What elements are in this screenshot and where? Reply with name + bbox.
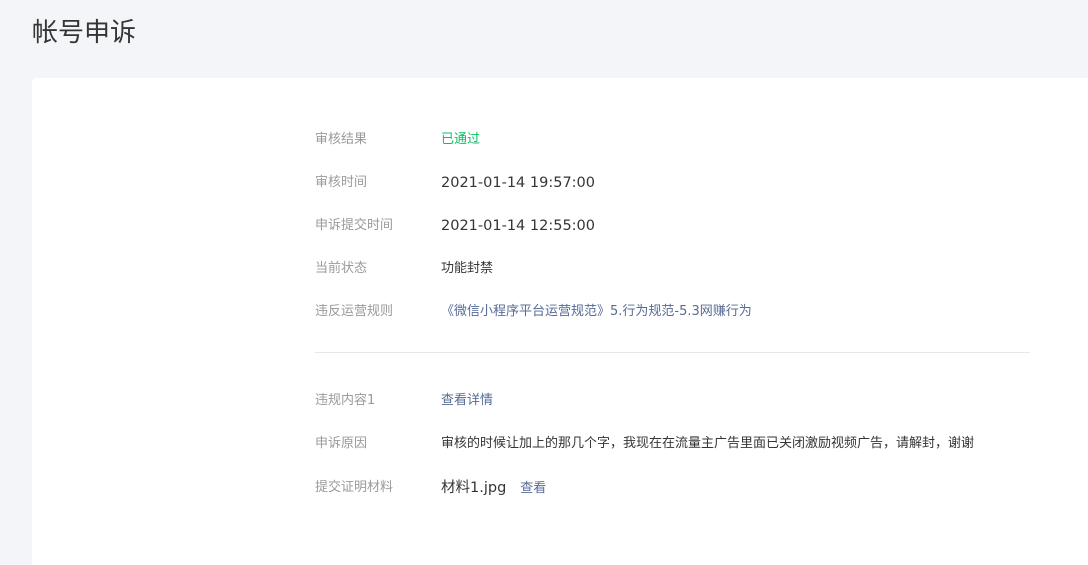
violation-content-label: 违规内容1 xyxy=(315,393,376,408)
appeal-detail-card: 审核结果 已通过 审核时间 2021-01-14 19:57:00 申诉提交时间… xyxy=(32,78,1088,565)
submit-time-label: 申诉提交时间 xyxy=(315,218,394,233)
evidence-file: 材料1.jpg 查看 xyxy=(441,478,546,499)
view-file-link[interactable]: 查看 xyxy=(520,481,546,496)
evidence-file-name: 材料1.jpg xyxy=(441,479,507,496)
appeal-reason-label: 申诉原因 xyxy=(315,436,368,451)
submit-time-value: 2021-01-14 12:55:00 xyxy=(441,218,595,234)
appeal-reason-value: 审核的时候让加上的那几个字，我现在在流量主广告里面已关闭激励视频广告，请解封，谢… xyxy=(441,436,975,451)
review-time-value: 2021-01-14 19:57:00 xyxy=(441,175,595,191)
review-result-value: 已通过 xyxy=(441,132,481,147)
current-status-value: 功能封禁 xyxy=(441,261,494,276)
current-status-label: 当前状态 xyxy=(315,261,368,276)
view-details-link[interactable]: 查看详情 xyxy=(441,391,493,411)
section-divider xyxy=(315,352,1030,353)
review-time-label: 审核时间 xyxy=(315,175,368,190)
evidence-materials-label: 提交证明材料 xyxy=(315,480,394,495)
violated-rule-link[interactable]: 《微信小程序平台运营规范》5.行为规范-5.3网赚行为 xyxy=(441,302,752,322)
page-title: 帐号申诉 xyxy=(32,18,137,48)
review-result-label: 审核结果 xyxy=(315,132,368,147)
violated-rule-label: 违反运营规则 xyxy=(315,304,394,319)
